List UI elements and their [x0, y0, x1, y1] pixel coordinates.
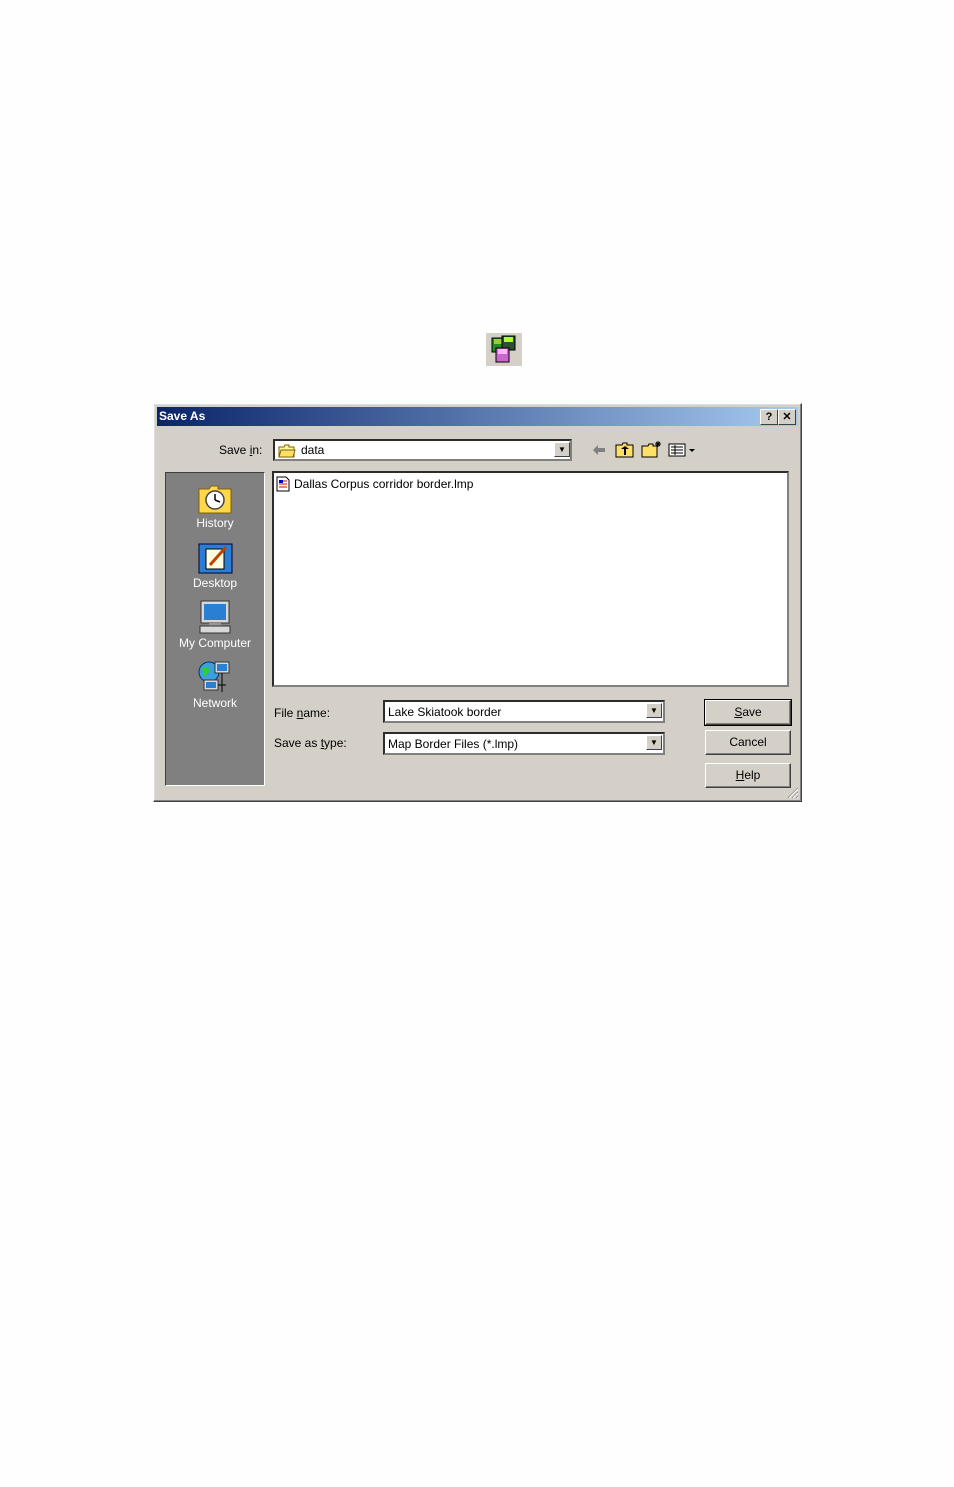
save-type-label: Save as type:	[274, 736, 347, 750]
document-icon	[276, 476, 290, 492]
file-name-text: Dallas Corpus corridor border.lmp	[294, 477, 474, 491]
chevron-down-icon[interactable]: ▼	[646, 703, 662, 718]
resize-grip[interactable]	[785, 785, 799, 799]
file-name-label: File name:	[274, 706, 331, 720]
desktop-icon	[198, 543, 233, 574]
place-my-computer[interactable]: My Computer	[166, 599, 264, 650]
help-title-button[interactable]: ?	[760, 409, 778, 425]
close-button[interactable]: ✕	[778, 409, 796, 425]
new-folder-icon[interactable]	[641, 440, 663, 459]
title-bar: Save As ? ✕	[157, 407, 798, 426]
file-name-input[interactable]: Lake Skiatook border ▼	[383, 700, 665, 723]
my-computer-icon	[199, 600, 231, 634]
place-network[interactable]: Network	[166, 659, 264, 710]
save-map-border-toolbar-icon[interactable]	[486, 333, 522, 366]
view-menu-icon[interactable]	[668, 442, 698, 458]
file-list[interactable]: Dallas Corpus corridor border.lmp	[272, 471, 789, 687]
save-in-dropdown[interactable]: data ▼	[273, 439, 572, 461]
up-folder-icon[interactable]	[615, 441, 635, 459]
save-button[interactable]: Save	[704, 699, 792, 726]
chevron-down-icon[interactable]: ▼	[554, 442, 570, 457]
chevron-down-icon[interactable]: ▼	[646, 735, 662, 750]
dialog-title: Save As	[159, 409, 206, 423]
help-button[interactable]: Help	[705, 763, 791, 788]
save-in-value: data	[301, 443, 325, 457]
save-in-label: Save in:	[219, 443, 263, 457]
cancel-button[interactable]: Cancel	[705, 730, 791, 755]
save-type-select[interactable]: Map Border Files (*.lmp) ▼	[383, 732, 665, 755]
network-icon	[198, 661, 230, 692]
place-history[interactable]: History	[166, 481, 264, 530]
place-desktop[interactable]: Desktop	[166, 541, 264, 590]
back-icon[interactable]	[591, 442, 607, 458]
history-icon	[198, 485, 232, 514]
places-bar: History Desktop My Computer Network	[165, 472, 265, 786]
save-as-dialog: Save As ? ✕ Save in: data ▼ History Desk…	[153, 403, 802, 802]
folder-icon	[278, 444, 296, 458]
